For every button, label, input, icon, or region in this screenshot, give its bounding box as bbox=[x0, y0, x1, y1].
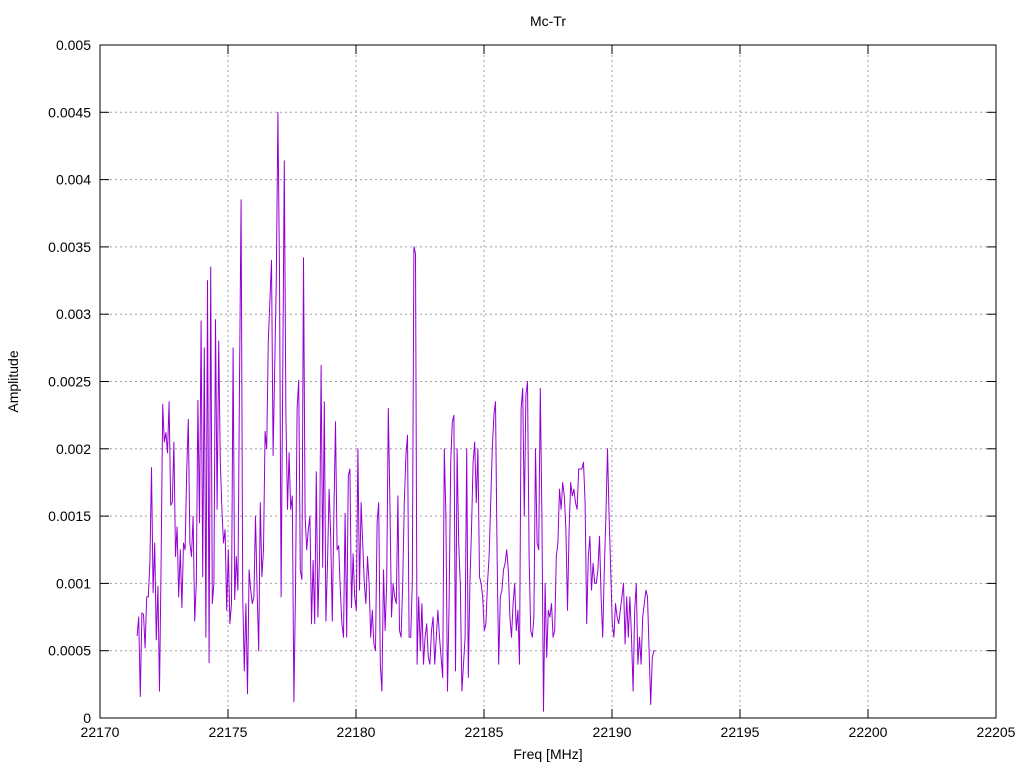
x-tick-label: 22185 bbox=[465, 724, 504, 740]
x-tick-label: 22180 bbox=[337, 724, 376, 740]
x-tick-label: 22175 bbox=[209, 724, 248, 740]
chart-background bbox=[0, 0, 1024, 768]
x-tick-label: 22205 bbox=[977, 724, 1016, 740]
chart-title: Mc-Tr bbox=[530, 13, 566, 29]
x-tick-label: 22200 bbox=[849, 724, 888, 740]
x-tick-label: 22190 bbox=[593, 724, 632, 740]
x-axis-label: Freq [MHz] bbox=[513, 746, 582, 762]
y-tick-label: 0 bbox=[83, 710, 91, 726]
y-tick-label: 0.0025 bbox=[48, 374, 91, 390]
y-tick-label: 0.0035 bbox=[48, 239, 91, 255]
y-tick-label: 0.005 bbox=[56, 37, 91, 53]
y-tick-label: 0.003 bbox=[56, 306, 91, 322]
x-tick-label: 22170 bbox=[81, 724, 120, 740]
y-tick-label: 0.004 bbox=[56, 172, 91, 188]
y-axis-label: Amplitude bbox=[5, 350, 21, 412]
y-tick-label: 0.0005 bbox=[48, 643, 91, 659]
y-tick-label: 0.0045 bbox=[48, 104, 91, 120]
y-tick-label: 0.001 bbox=[56, 575, 91, 591]
y-tick-label: 0.0015 bbox=[48, 508, 91, 524]
x-tick-label: 22195 bbox=[721, 724, 760, 740]
amplitude-line-chart: 22170 22175 22180 22185 22190 22195 22200 22205… bbox=[0, 0, 1024, 768]
y-tick-label: 0.002 bbox=[56, 441, 91, 457]
